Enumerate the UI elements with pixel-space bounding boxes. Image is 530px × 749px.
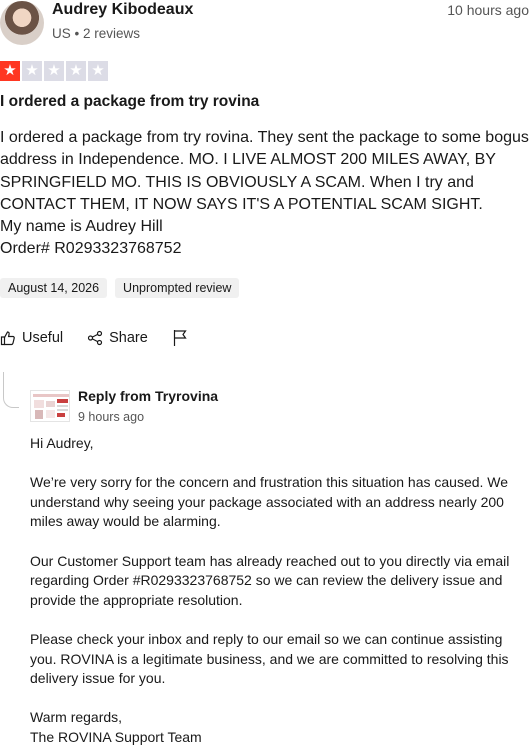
review-body-name-line: My name is Audrey Hill — [0, 218, 163, 236]
reply-paragraph: We’re very sorry for the concern and fru… — [30, 474, 509, 530]
company-logo — [30, 390, 70, 422]
reviewer-country: US — [52, 26, 71, 41]
report-button[interactable] — [172, 329, 194, 347]
review-body: I ordered a package from try rovina. The… — [0, 127, 530, 261]
star-empty-icon: ★ — [66, 61, 86, 81]
useful-button[interactable]: Useful — [0, 330, 63, 346]
review-header: Audrey Kibodeaux US • 2 reviews 10 hours… — [0, 0, 530, 50]
useful-label: Useful — [22, 330, 64, 346]
reply-connector — [3, 372, 19, 408]
review-chips: August 14, 2026 Unprompted review — [0, 278, 240, 298]
reply-from: Reply from Tryrovina — [78, 388, 219, 404]
star-empty-icon: ★ — [44, 61, 64, 81]
share-button[interactable]: Share — [87, 330, 148, 346]
reviewer-meta: US • 2 reviews — [52, 26, 140, 41]
share-icon — [88, 330, 103, 346]
reply-paragraph: Our Customer Support team has already re… — [30, 552, 510, 608]
flag-icon — [173, 330, 187, 346]
star-empty-icon: ★ — [22, 61, 42, 81]
star-rating: ★ ★ ★ ★ ★ — [0, 61, 108, 81]
reviewer-review-count: 2 reviews — [83, 26, 141, 41]
reply-signoff: Warm regards, — [30, 709, 123, 726]
reply-signature: The ROVINA Support Team — [30, 728, 202, 745]
share-label: Share — [109, 330, 148, 346]
review-time: 10 hours ago — [447, 2, 529, 18]
star-filled-icon: ★ — [0, 61, 20, 81]
unprompted-review-chip[interactable]: Unprompted review — [115, 278, 240, 298]
date-chip: August 14, 2026 — [0, 278, 108, 298]
meta-separator: • — [74, 26, 80, 41]
review-title[interactable]: I ordered a package from try rovina — [0, 93, 259, 111]
review-actions: Useful Share — [0, 329, 218, 347]
review-body-paragraph: I ordered a package from try rovina. The… — [0, 129, 529, 213]
reply-greeting: Hi Audrey, — [30, 435, 94, 451]
star-empty-icon: ★ — [88, 61, 108, 81]
review-body-order-line: Order# R0293323768752 — [0, 240, 182, 258]
reply-body: Hi Audrey, We’re very sorry for the conc… — [30, 434, 528, 748]
avatar[interactable] — [0, 1, 44, 45]
reviewer-name[interactable]: Audrey Kibodeaux — [52, 1, 193, 19]
thumbs-up-icon — [0, 331, 15, 346]
reply-time: 9 hours ago — [78, 410, 145, 424]
reply-paragraph: Please check your inbox and reply to our… — [30, 630, 509, 687]
